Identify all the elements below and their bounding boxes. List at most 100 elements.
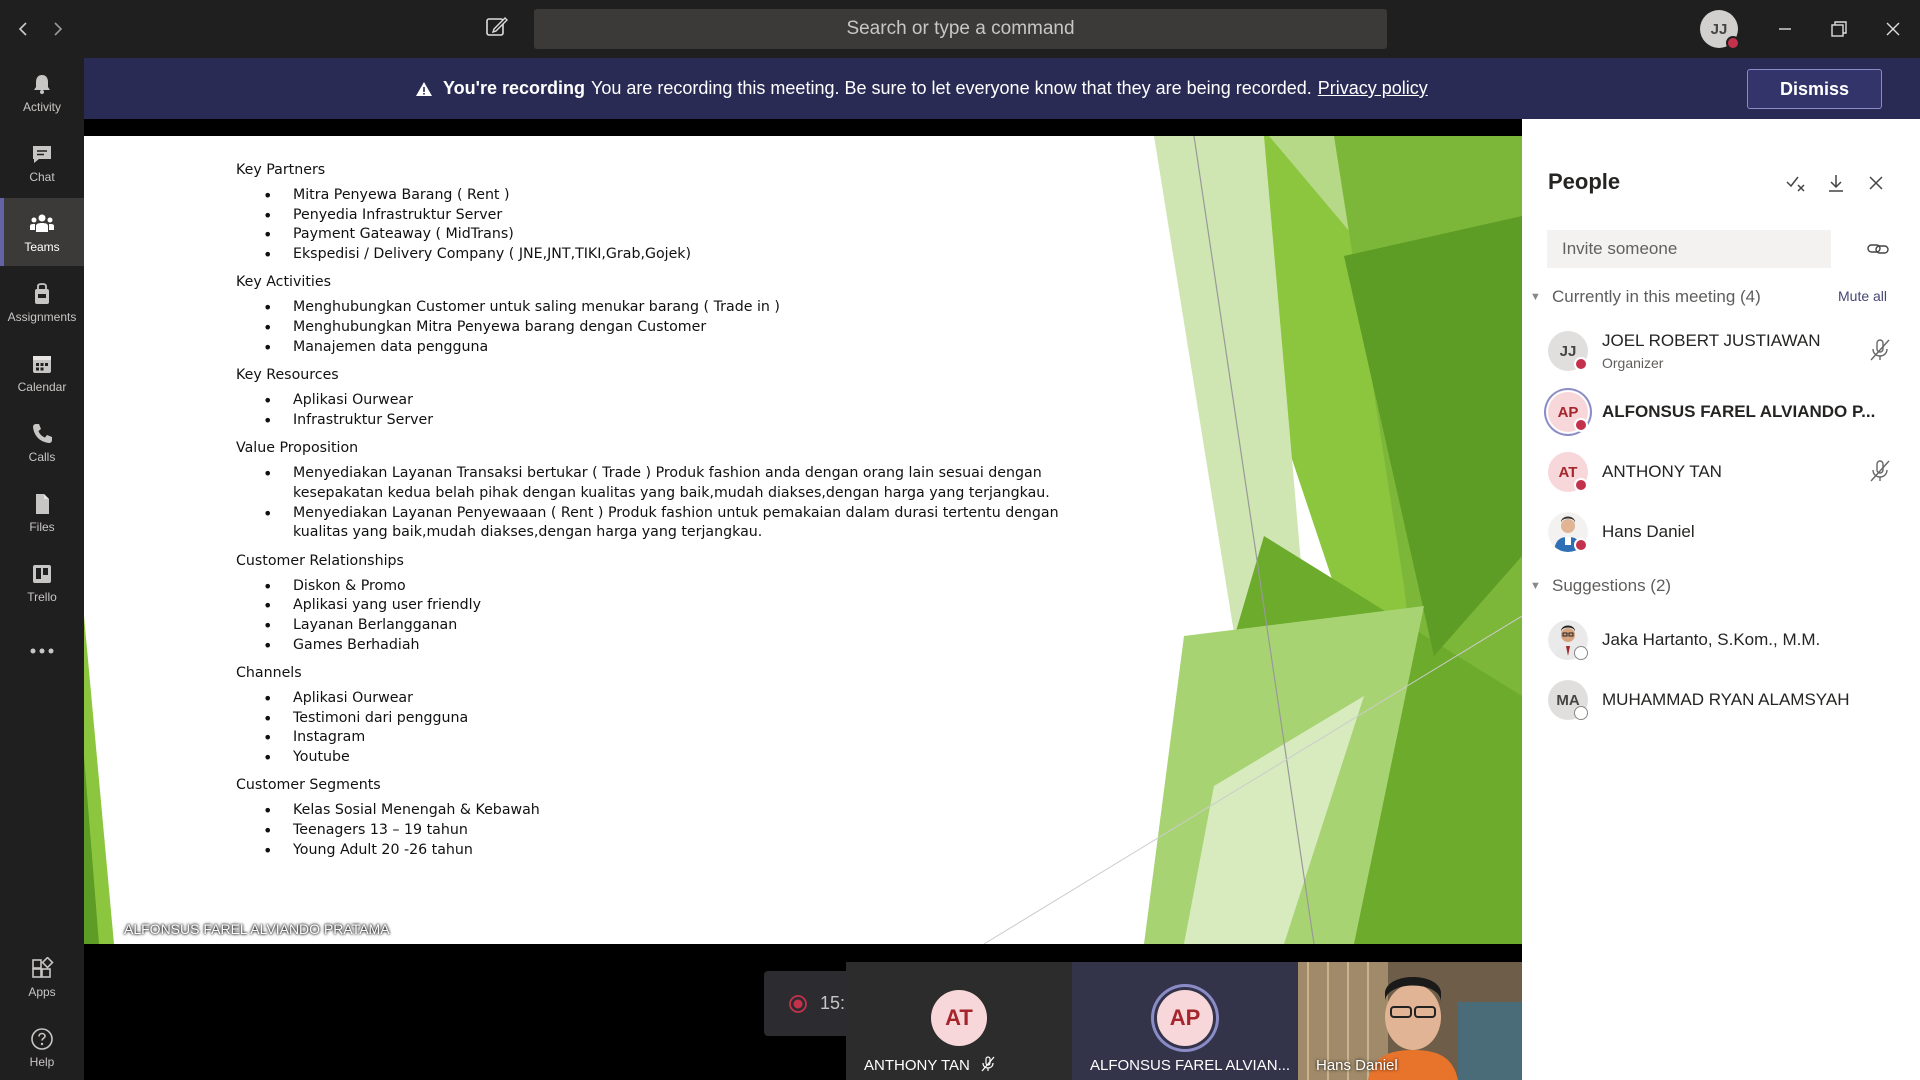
thumbnail-anthony-tan[interactable]: AT ANTHONY TAN <box>846 962 1072 1080</box>
participant-name: ANTHONY TAN <box>864 1057 970 1074</box>
slide-section-title: Key Partners <box>236 162 326 178</box>
current-participants-header[interactable]: ▼ Currently in this meeting (4) <box>1530 285 1761 309</box>
slide-bullet-list: Mitra Penyewa Barang ( Rent )Penyedia In… <box>263 186 1076 265</box>
suggestion-row[interactable]: Jaka Hartanto, S.Kom., M.M. <box>1522 610 1920 670</box>
rail-item-calls[interactable]: Calls <box>0 408 84 476</box>
slide-bullet-list: Diskon & PromoAplikasi yang user friendl… <box>263 577 1076 656</box>
slide-bullet-list: Menghubungkan Customer untuk saling menu… <box>263 298 1076 358</box>
slide-bullet-item: Young Adult 20 -26 tahun <box>263 841 1076 861</box>
close-icon[interactable] <box>1878 14 1908 44</box>
slide-bullet-item: Menyediakan Layanan Transaksi bertukar (… <box>263 464 1076 503</box>
assignments-icon <box>29 281 55 307</box>
maximize-icon[interactable] <box>1824 14 1854 44</box>
rail-label: Calendar <box>17 379 67 394</box>
chevron-down-icon: ▼ <box>1530 580 1541 592</box>
mic-off-icon <box>981 1056 995 1072</box>
bell-icon <box>29 71 55 97</box>
slide-bullet-item: Ekspedisi / Delivery Company ( JNE,JNT,T… <box>263 245 1076 265</box>
rail-item-chat[interactable]: Chat <box>0 128 84 196</box>
rail-label: Apps <box>28 984 56 999</box>
status-busy-icon <box>1574 418 1588 432</box>
status-busy-icon <box>1726 36 1740 50</box>
rail-item-calendar[interactable]: Calendar <box>0 338 84 406</box>
participant-name: Hans Daniel <box>1316 1057 1398 1074</box>
more-apps-button[interactable] <box>0 618 84 686</box>
slide-content: Key Partners Mitra Penyewa Barang ( Rent … <box>236 158 1076 870</box>
status-busy-icon <box>1574 538 1588 552</box>
participant-role: Organizer <box>1602 355 1664 371</box>
slide-bullet-list: Aplikasi OurwearTestimoni dari penggunaI… <box>263 689 1076 767</box>
slide-bullet-item: Diskon & Promo <box>263 577 1076 597</box>
recording-message: You are recording this meeting. Be sure … <box>590 78 1312 98</box>
slide-bullet-item: Mitra Penyewa Barang ( Rent ) <box>263 186 1076 206</box>
rail-label: Assignments <box>7 309 77 324</box>
participant-row[interactable]: AT ANTHONY TAN <box>1522 442 1920 502</box>
user-avatar[interactable]: JJ <box>1700 10 1740 50</box>
rail-label: Files <box>29 519 55 534</box>
slide-bullet-list: Kelas Sosial Menengah & KebawahTeenagers… <box>263 801 1076 861</box>
slide-bullet-item: Menghubungkan Mitra Penyewa barang denga… <box>263 318 1076 338</box>
close-panel-icon[interactable] <box>1862 169 1890 197</box>
slide-bullet-item: Games Berhadiah <box>263 636 1076 656</box>
app-rail: Activity Chat Teams Assignments Calendar <box>0 58 84 1080</box>
rail-item-teams[interactable]: Teams <box>0 198 84 266</box>
slide-bullet-item: Testimoni dari pengguna <box>263 709 1076 729</box>
dismiss-button[interactable]: Dismiss <box>1747 69 1882 109</box>
rail-item-help[interactable]: Help <box>0 1013 84 1080</box>
new-chat-compose-icon[interactable] <box>484 14 514 44</box>
avatar: AT <box>931 990 987 1046</box>
status-offline-icon <box>1574 706 1588 720</box>
mic-off-icon[interactable] <box>1868 459 1894 485</box>
rail-item-files[interactable]: Files <box>0 478 84 546</box>
thumbnail-alfonsus[interactable]: AP ALFONSUS FAREL ALVIAN... <box>1072 962 1298 1080</box>
mute-all-button[interactable]: Mute all <box>1838 288 1887 304</box>
slide-section-title: Key Resources <box>236 367 339 384</box>
calendar-icon <box>29 351 55 377</box>
slide-bullet-item: Payment Gateaway ( MidTrans) <box>263 225 1076 245</box>
teams-icon <box>29 211 55 237</box>
participant-name: Hans Daniel <box>1602 522 1695 541</box>
participant-name: JOEL ROBERT JUSTIAWAN <box>1602 331 1821 350</box>
rail-item-trello[interactable]: Trello <box>0 548 84 616</box>
participant-row[interactable]: Hans Daniel <box>1522 502 1920 562</box>
slide-bullet-item: Aplikasi Ourwear <box>263 689 1076 709</box>
forward-arrow-icon[interactable] <box>43 14 73 44</box>
status-busy-icon <box>1574 478 1588 492</box>
participant-name: ALFONSUS FAREL ALVIANDO P... <box>1602 402 1876 421</box>
participant-row[interactable]: JJ JOEL ROBERT JUSTIAWAN Organizer <box>1522 321 1920 381</box>
suggestions-header[interactable]: ▼ Suggestions (2) <box>1530 574 1671 598</box>
panel-title: People <box>1548 169 1621 194</box>
chevron-down-icon: ▼ <box>1530 291 1541 303</box>
title-bar: Search or type a command JJ <box>0 0 1920 58</box>
recording-banner: You're recording You are recording this … <box>84 58 1920 119</box>
back-arrow-icon[interactable] <box>8 14 38 44</box>
accept-all-check-icon[interactable] <box>1782 169 1810 197</box>
participant-thumbnails: AT ANTHONY TAN AP ALFONSUS FAREL ALVIAN.… <box>846 962 1522 1080</box>
user-initials: JJ <box>1710 20 1728 38</box>
ellipsis-icon <box>29 638 55 664</box>
rail-label: Trello <box>27 589 57 604</box>
rail-label: Activity <box>22 99 61 114</box>
chat-icon <box>29 141 55 167</box>
suggestion-row[interactable]: MA MUHAMMAD RYAN ALAMSYAH <box>1522 670 1920 730</box>
copy-join-link-icon[interactable] <box>1866 237 1890 261</box>
thumbnail-hans-daniel[interactable]: Hans Daniel <box>1298 962 1522 1080</box>
minimize-icon[interactable] <box>1770 14 1800 44</box>
current-participants-label: Currently in this meeting (4) <box>1552 287 1761 306</box>
invite-someone-input[interactable]: Invite someone <box>1547 230 1831 268</box>
slide-section-title: Customer Relationships <box>236 552 404 569</box>
status-offline-icon <box>1574 646 1588 660</box>
rail-label: Teams <box>24 239 60 254</box>
slide-section-title: Customer Segments <box>236 777 381 794</box>
rail-item-apps[interactable]: Apps <box>0 943 84 1011</box>
participant-row[interactable]: AP ALFONSUS FAREL ALVIANDO P... <box>1522 382 1920 442</box>
mic-off-icon[interactable] <box>1868 338 1894 364</box>
search-input[interactable]: Search or type a command <box>534 9 1387 49</box>
trello-icon <box>29 561 55 587</box>
privacy-policy-link[interactable]: Privacy policy <box>1318 78 1428 99</box>
rail-item-activity[interactable]: Activity <box>0 58 84 126</box>
rail-item-assignments[interactable]: Assignments <box>0 268 84 336</box>
download-attendance-icon[interactable] <box>1822 169 1850 197</box>
files-icon <box>29 491 55 517</box>
slide-bullet-item: Manajemen data pengguna <box>263 338 1076 358</box>
